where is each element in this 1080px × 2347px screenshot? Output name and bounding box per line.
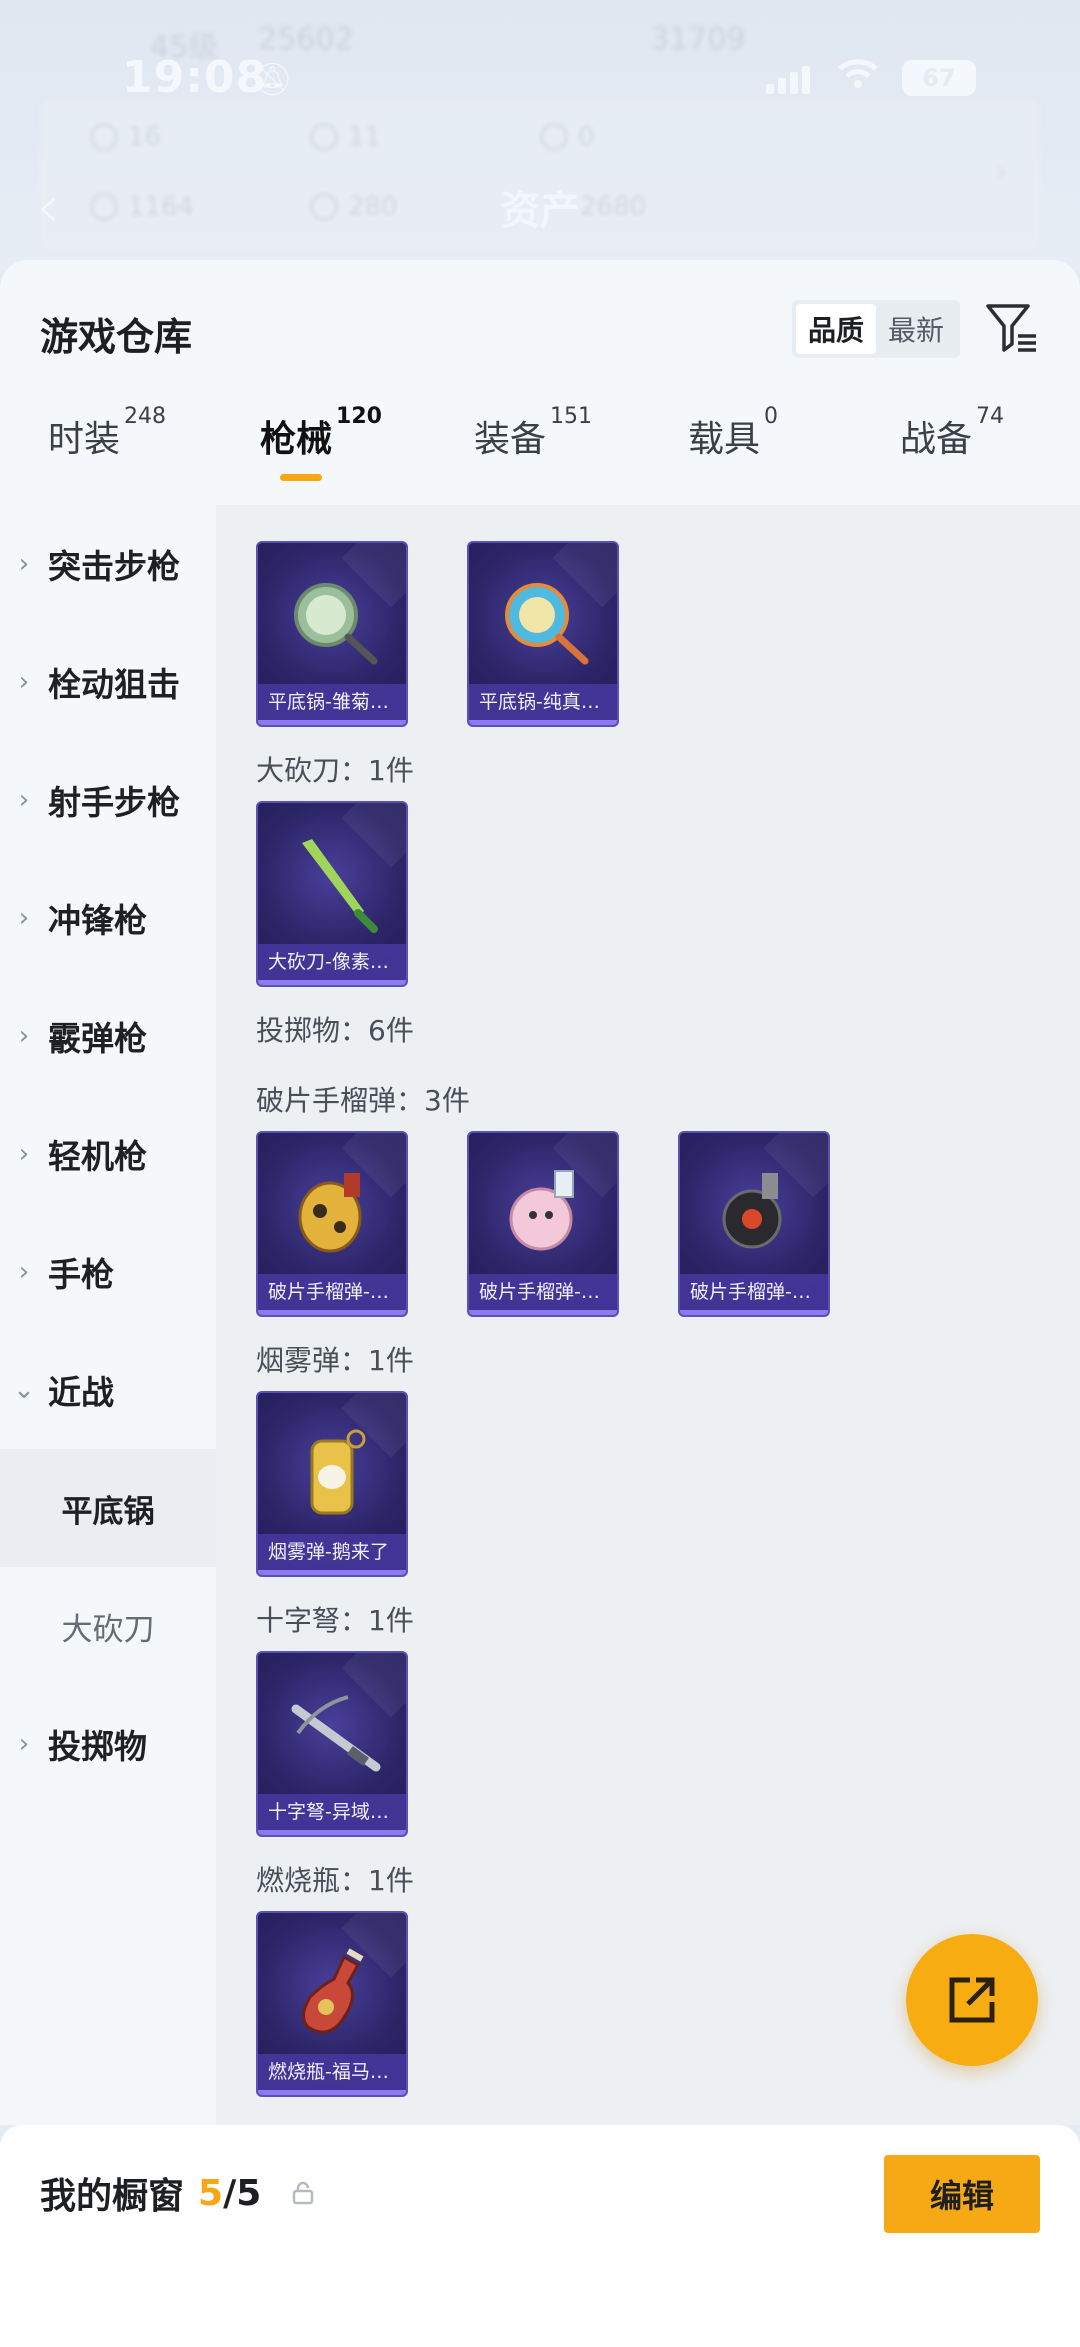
chevron-right-icon: ›	[994, 152, 1008, 192]
export-button[interactable]	[906, 1934, 1038, 2066]
page-title: 游戏仓库	[40, 315, 193, 359]
sidebar-item-melee[interactable]: ⌄ 近战	[0, 1331, 216, 1449]
item-name: 破片手榴弹-…	[469, 1274, 617, 1310]
sidebar-item-bolt-sniper[interactable]: › 栓动狙击	[0, 623, 216, 741]
chevron-right-icon: ›	[18, 785, 30, 815]
sort-quality-button[interactable]: 品质	[796, 304, 876, 354]
chevron-right-icon: ›	[18, 1257, 30, 1287]
stat-item: 11	[310, 122, 381, 152]
category-tabs: 时装248 枪械120 装备151 载具0 战备74	[0, 404, 1080, 500]
group-label-machete: 大砍刀：1件	[256, 754, 414, 787]
warehouse-panel: 游戏仓库 品质 最新 时装248 枪械120 装备151 载具0 战备74 › 突…	[0, 260, 1080, 2125]
sidebar-item-lmg[interactable]: › 轻机枪	[0, 1095, 216, 1213]
frying-pan-icon	[505, 583, 589, 665]
stat-item: 280	[310, 192, 398, 222]
clock: 19:08	[122, 52, 268, 103]
chevron-right-icon: ›	[18, 903, 30, 933]
group-label-throwables: 投掷物：6件	[256, 1014, 414, 1047]
group-label-frag: 破片手榴弹：3件	[256, 1084, 470, 1117]
group-label-crossbow: 十字弩：1件	[256, 1604, 414, 1637]
back-arrow-icon[interactable]: ‹	[36, 172, 60, 242]
item-card[interactable]: 破片手榴弹-…	[467, 1131, 619, 1317]
crossbow-icon	[291, 1695, 381, 1772]
item-name: 烟雾弹-鹅来了	[258, 1534, 406, 1570]
item-name: 平底锅-纯真…	[469, 684, 617, 720]
machete-icon	[302, 839, 378, 933]
edit-button[interactable]: 编辑	[884, 2155, 1040, 2233]
sidebar-subitem-machete[interactable]: 大砍刀	[0, 1567, 216, 1685]
stat-icon	[540, 123, 568, 151]
item-card[interactable]: 十字弩-异域…	[256, 1651, 408, 1837]
battery-icon: 67	[902, 60, 976, 96]
item-name: 平底锅-雏菊…	[258, 684, 406, 720]
status-bar: 19:08 🔕︎ 67	[0, 48, 1080, 108]
group-label-molotov: 燃烧瓶：1件	[256, 1864, 414, 1897]
chevron-right-icon: ›	[18, 1139, 30, 1169]
stat-item: 0	[540, 122, 595, 152]
header-title: 资产	[500, 188, 580, 234]
sidebar-item-marksman-rifle[interactable]: › 射手步枪	[0, 741, 216, 859]
filter-icon[interactable]	[984, 300, 1040, 356]
grenade-icon	[722, 1173, 782, 1249]
external-link-icon	[949, 1977, 995, 2023]
item-name: 破片手榴弹-…	[680, 1274, 828, 1310]
signal-icon	[766, 62, 810, 94]
item-card[interactable]: 破片手榴弹-…	[256, 1131, 408, 1317]
sidebar: › 突击步枪 › 栓动狙击 › 射手步枪 › 冲锋枪 › 霰弹枪 › 轻机枪 › 手枪 ⌄ 近战…	[0, 505, 216, 2125]
frying-pan-icon	[294, 583, 378, 665]
item-name: 十字弩-异域…	[258, 1794, 406, 1830]
sort-toggle: 品质 最新	[792, 300, 960, 358]
grenade-icon	[509, 1170, 574, 1251]
tab-vehicles[interactable]: 载具0	[688, 404, 778, 462]
chevron-right-icon: ›	[18, 549, 30, 579]
stat-item: 16	[90, 122, 161, 152]
item-card[interactable]: 平底锅-雏菊…	[256, 541, 408, 727]
bell-muted-icon: 🔕︎	[252, 60, 293, 98]
wifi-icon	[838, 54, 878, 100]
stat-icon	[90, 193, 118, 221]
group-label-smoke: 烟雾弹：1件	[256, 1344, 414, 1377]
tab-supplies[interactable]: 战备74	[900, 404, 1004, 462]
showcase-label: 我的橱窗 5 /5	[40, 2167, 315, 2219]
chevron-down-icon: ⌄	[13, 1375, 35, 1405]
item-name: 破片手榴弹-…	[258, 1274, 406, 1310]
sidebar-item-shotgun[interactable]: › 霰弹枪	[0, 977, 216, 1095]
chevron-right-icon: ›	[18, 1729, 30, 1759]
sidebar-item-assault-rifle[interactable]: › 突击步枪	[0, 505, 216, 623]
bottom-bar: 我的橱窗 5 /5 编辑	[0, 2125, 1080, 2347]
smoke-grenade-icon	[310, 1429, 366, 1515]
sidebar-subitem-pan[interactable]: 平底锅	[0, 1449, 216, 1567]
background-header: 45级 25602 31709 16 11 0 1164 280 2680 › …	[0, 0, 1080, 270]
tab-fashion[interactable]: 时装248	[48, 404, 166, 462]
item-card[interactable]: 大砍刀-像素…	[256, 801, 408, 987]
molotov-icon	[302, 1948, 364, 2034]
item-name: 大砍刀-像素…	[258, 944, 406, 980]
title-value: 2680	[580, 192, 647, 222]
sidebar-item-throwables[interactable]: › 投掷物	[0, 1685, 216, 1803]
showcase-count: 5	[198, 2172, 224, 2214]
stat-item: 1164	[90, 192, 194, 222]
grenade-icon	[298, 1173, 362, 1253]
chevron-right-icon: ›	[18, 1021, 30, 1051]
stat-icon	[90, 123, 118, 151]
sidebar-item-pistol[interactable]: › 手枪	[0, 1213, 216, 1331]
tab-guns[interactable]: 枪械120	[260, 404, 382, 462]
lock-icon	[293, 2181, 314, 2205]
item-card[interactable]: 燃烧瓶-福马…	[256, 1911, 408, 2097]
chevron-right-icon: ›	[18, 667, 30, 697]
item-card[interactable]: 破片手榴弹-…	[678, 1131, 830, 1317]
item-grid: 平底锅-雏菊… 平底锅-纯真… 大砍刀：1件 大砍刀-像素… 投掷物：6件 破片…	[216, 505, 1080, 2125]
sort-latest-button[interactable]: 最新	[876, 304, 956, 354]
sidebar-item-smg[interactable]: › 冲锋枪	[0, 859, 216, 977]
tab-equipment[interactable]: 装备151	[474, 404, 592, 462]
active-tab-indicator	[280, 474, 322, 481]
stat-icon	[310, 193, 338, 221]
item-card[interactable]: 平底锅-纯真…	[467, 541, 619, 727]
stat-icon	[310, 123, 338, 151]
item-name: 燃烧瓶-福马…	[258, 2054, 406, 2090]
showcase-total: /5	[223, 2172, 262, 2214]
item-card[interactable]: 烟雾弹-鹅来了	[256, 1391, 408, 1577]
